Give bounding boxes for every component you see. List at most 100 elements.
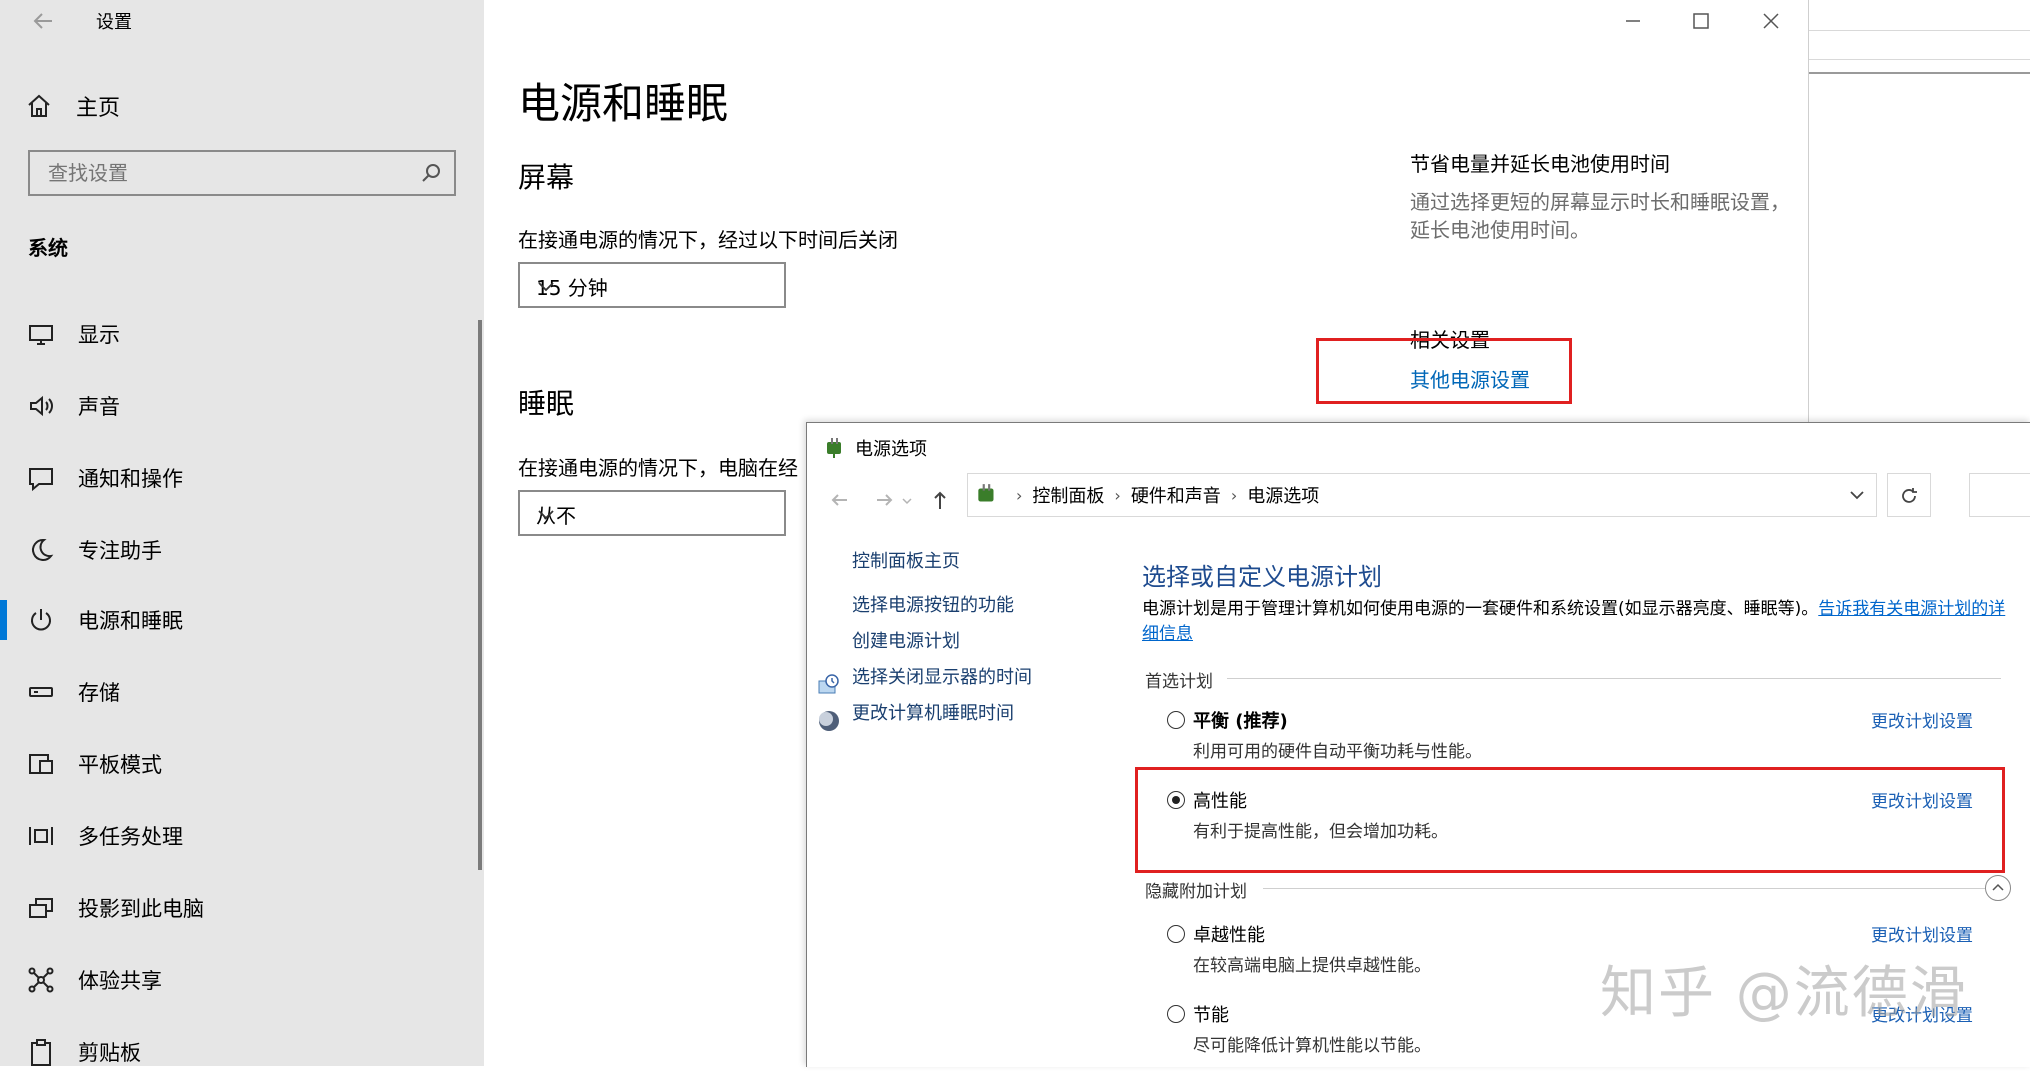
breadcrumb-control-panel[interactable]: 控制面板 (1032, 482, 1104, 508)
power-plan-description: 电源计划是用于管理计算机如何使用电源的一套硬件和系统设置(如显示器亮度、睡眠等)… (1142, 597, 2012, 647)
display-clock-icon (817, 673, 841, 697)
breadcrumb-power-options[interactable]: 电源选项 (1247, 482, 1319, 508)
sidebar-item-label: 存储 (78, 681, 120, 705)
collapse-up-icon[interactable] (1985, 875, 2011, 901)
group-divider (1227, 678, 2001, 679)
watermark: 知乎 @流德滑 (1600, 961, 1968, 1026)
highlight-box (1316, 338, 1572, 404)
home-icon (24, 91, 54, 121)
plan-ultimate-name[interactable]: 卓越性能 (1193, 921, 1265, 947)
sidebar-item-shared-experiences[interactable]: 体验共享 (0, 956, 470, 1004)
power-options-titlebar: 电源选项 (823, 433, 927, 463)
sidebar-item-sound[interactable]: 声音 (0, 382, 470, 430)
page-title: 电源和睡眠 (518, 79, 729, 128)
settings-search-box[interactable] (28, 150, 456, 196)
sidebar-item-power-sleep[interactable]: 电源和睡眠 (0, 596, 470, 644)
sidebar-item-label: 声音 (78, 395, 120, 419)
sidebar-item-label: 电源和睡眠 (78, 609, 183, 633)
power-plan-heading: 选择或自定义电源计划 (1142, 563, 1382, 591)
plan-power-saver-radio[interactable] (1167, 1005, 1185, 1023)
sidebar-item-clipboard[interactable]: 剪贴板 (0, 1028, 470, 1076)
breadcrumb-hardware-sound[interactable]: 硬件和声音 (1131, 482, 1221, 508)
sleep-time-link[interactable]: 更改计算机睡眠时间 (852, 699, 1014, 725)
plan-balanced-desc: 利用可用的硬件自动平衡功耗与性能。 (1193, 742, 1482, 762)
plan-ultimate-radio[interactable] (1167, 925, 1185, 943)
section-heading: 系统 (28, 236, 68, 260)
plan-high-performance-settings-link[interactable]: 更改计划设置 (1871, 787, 1973, 812)
plan-ultimate-desc: 在较高端电脑上提供卓越性能。 (1193, 956, 1431, 976)
plan-ultimate-settings-link[interactable]: 更改计划设置 (1871, 921, 1973, 946)
control-panel-home-link[interactable]: 控制面板主页 (852, 547, 960, 573)
screen-heading: 屏幕 (518, 161, 575, 194)
power-options-icon (823, 436, 847, 460)
sidebar-item-label: 剪贴板 (78, 1041, 141, 1065)
plan-balanced-name[interactable]: 平衡 (推荐) (1193, 707, 1288, 733)
plan-power-saver-name[interactable]: 节能 (1193, 1001, 1229, 1027)
tip-description: 通过选择更短的屏幕显示时长和睡眠设置，延长电池使用时间。 (1410, 190, 1790, 242)
sidebar-item-display[interactable]: 显示 (0, 310, 470, 358)
description-text: 电源计划是用于管理计算机如何使用电源的一套硬件和系统设置(如显示器亮度、睡眠等)… (1142, 599, 1819, 619)
plan-high-performance-name[interactable]: 高性能 (1193, 787, 1247, 813)
screen-timeout-select[interactable]: 15 分钟 (518, 262, 786, 308)
sidebar-item-storage[interactable]: 存储 (0, 668, 470, 716)
sidebar-item-label: 多任务处理 (78, 825, 183, 849)
sleep-timeout-select[interactable]: 从不 (518, 490, 786, 536)
refresh-icon[interactable] (1887, 473, 1931, 517)
sleep-timeout-label: 在接通电源的情况下，电脑在经 (518, 456, 798, 480)
sidebar-home[interactable]: 主页 (24, 86, 120, 126)
sleep-moon-icon (817, 709, 841, 733)
sidebar-item-label: 通知和操作 (78, 467, 183, 491)
search-icon[interactable] (420, 162, 442, 184)
search-box[interactable] (1969, 473, 2030, 517)
display-off-time-link[interactable]: 选择关闭显示器的时间 (852, 663, 1032, 689)
moon-icon (26, 535, 56, 565)
breadcrumb-separator-icon: › (1230, 485, 1238, 505)
sidebar-item-project[interactable]: 投影到此电脑 (0, 884, 470, 932)
nav-up-icon[interactable] (925, 485, 955, 515)
group-divider (1263, 888, 1985, 889)
notification-icon (26, 463, 56, 493)
multitask-icon (26, 821, 56, 851)
window-title: 设置 (96, 12, 132, 33)
sidebar-item-label: 投影到此电脑 (78, 897, 204, 921)
recent-dropdown-icon[interactable] (897, 485, 917, 515)
sidebar-item-notifications[interactable]: 通知和操作 (0, 454, 470, 502)
maximize-icon[interactable] (1676, 6, 1726, 36)
sidebar-item-label: 体验共享 (78, 969, 162, 993)
share-icon (26, 965, 56, 995)
plan-balanced-settings-link[interactable]: 更改计划设置 (1871, 707, 1973, 732)
settings-sidebar: 设置 主页 系统 显示 声音 通知和操作 专注助手 电源和睡眠 存储 (0, 0, 484, 1066)
power-icon (26, 605, 56, 635)
nav-back-icon[interactable] (825, 485, 855, 515)
sidebar-scrollbar[interactable] (478, 320, 482, 870)
back-arrow-icon[interactable] (28, 6, 58, 36)
power-button-function-link[interactable]: 选择电源按钮的功能 (852, 591, 1014, 617)
sidebar-item-tablet-mode[interactable]: 平板模式 (0, 740, 470, 788)
power-options-title: 电源选项 (855, 439, 927, 460)
hidden-plans-label: 隐藏附加计划 (1145, 882, 1247, 902)
plan-high-performance-radio[interactable] (1167, 791, 1185, 809)
chevron-down-icon[interactable] (1848, 486, 1866, 504)
plan-power-saver-desc: 尽可能降低计算机性能以节能。 (1193, 1036, 1431, 1056)
plan-balanced-radio[interactable] (1167, 711, 1185, 729)
tip-title: 节省电量并延长电池使用时间 (1410, 152, 1670, 176)
chevron-down-icon (536, 504, 556, 524)
search-input[interactable] (46, 160, 410, 186)
sidebar-item-focus-assist[interactable]: 专注助手 (0, 526, 470, 574)
background-window-bar (1809, 30, 2030, 60)
sidebar-item-multitasking[interactable]: 多任务处理 (0, 812, 470, 860)
screen-timeout-label: 在接通电源的情况下，经过以下时间后关闭 (518, 228, 898, 252)
nav-forward-icon[interactable] (869, 485, 899, 515)
minimize-icon[interactable] (1608, 6, 1658, 36)
sidebar-item-label: 专注助手 (78, 539, 162, 563)
sidebar-item-label: 显示 (78, 323, 120, 347)
monitor-icon (26, 319, 56, 349)
breadcrumb-separator-icon: › (1114, 485, 1121, 505)
tablet-icon (26, 749, 56, 779)
clipboard-icon (26, 1037, 56, 1067)
create-power-plan-link[interactable]: 创建电源计划 (852, 627, 960, 653)
plan-high-performance-desc: 有利于提高性能，但会增加功耗。 (1193, 822, 1448, 842)
preferred-plans-label: 首选计划 (1145, 672, 1213, 692)
address-bar[interactable]: › 控制面板 › 硬件和声音 › 电源选项 (967, 473, 1877, 517)
close-icon[interactable] (1746, 6, 1796, 36)
